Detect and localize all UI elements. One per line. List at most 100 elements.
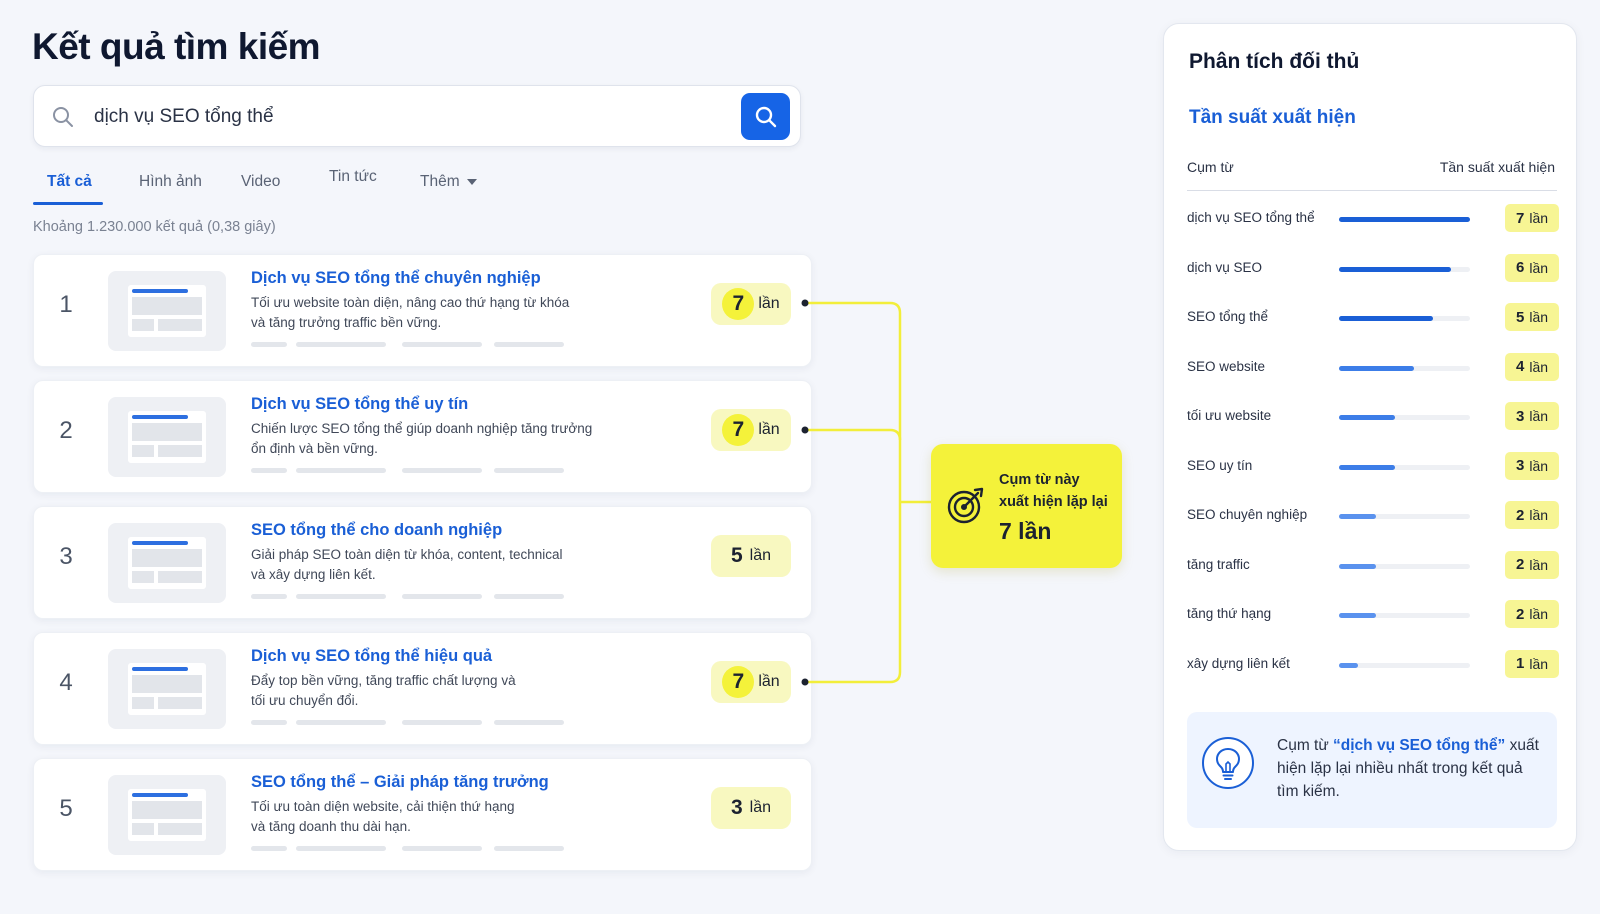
skeleton-line [296, 720, 386, 725]
result-card[interactable]: 2 Dịch vụ SEO tổng thể uy tín Chiến lược… [33, 380, 812, 493]
search-bar[interactable]: dịch vụ SEO tổng thể [33, 85, 801, 147]
frequency-count-badge: 2 lần [1505, 501, 1559, 529]
frequency-count-badge: 3 lần [1505, 402, 1559, 430]
frequency-bar-fill [1339, 217, 1470, 222]
skeleton-line [296, 594, 386, 599]
occurrence-badge: 7 lần [711, 283, 791, 325]
result-rank: 1 [59, 291, 73, 318]
tab-active-indicator [33, 202, 103, 205]
tab-more[interactable]: Thêm [420, 173, 477, 191]
phrase-label: tăng traffic [1187, 556, 1250, 572]
result-thumbnail [108, 523, 226, 603]
occurrence-badge: 7 lần [711, 661, 791, 703]
skeleton-line [402, 720, 482, 725]
tab-all[interactable]: Tất cả [47, 173, 92, 191]
search-icon [755, 106, 776, 127]
phrase-label: tăng thứ hạng [1187, 606, 1272, 621]
frequency-row: SEO website 4 lần [1187, 352, 1559, 383]
frequency-count-badge: 5 lần [1505, 303, 1559, 331]
phrase-label: SEO uy tín [1187, 457, 1253, 473]
frequency-bar-fill [1339, 316, 1433, 321]
repeat-callout: Cụm từ này xuất hiện lặp lại 7 lần [931, 444, 1122, 568]
phrase-label: dịch vụ SEO tổng thể [1187, 210, 1315, 225]
frequency-bar-fill [1339, 464, 1395, 470]
result-rank: 2 [59, 417, 73, 444]
result-rank: 3 [59, 543, 73, 570]
result-description: Đẩy top bền vững, tăng traffic chất lượn… [251, 673, 516, 708]
skeleton-line [296, 468, 386, 473]
skeleton-line [251, 594, 287, 599]
frequency-bar-track [1339, 365, 1470, 371]
search-tabs: Tất cả Hình ảnh Video Tin tức Thêm [33, 168, 493, 206]
frequency-row: tăng thứ hạng 2 lần [1187, 600, 1559, 630]
result-card[interactable]: 1 Dịch vụ SEO tổng thể chuyên nghiệp Tối… [33, 254, 812, 367]
skeleton-line [494, 846, 564, 851]
tab-news[interactable]: Tin tức [329, 168, 377, 186]
column-header-phrase: Cụm từ [1187, 159, 1234, 175]
skeleton-line [251, 846, 287, 851]
result-title-link[interactable]: SEO tổng thể – Giải pháp tăng trưởng [251, 773, 549, 792]
insight-box: Cụm từ “dịch vụ SEO tổng thể” xuất hiện … [1187, 712, 1557, 828]
frequency-row: tối ưu website 3 lần [1187, 402, 1559, 432]
frequency-bar-track [1339, 613, 1470, 618]
search-input[interactable]: dịch vụ SEO tổng thể [94, 106, 274, 128]
frequency-bar-fill [1339, 563, 1376, 569]
result-rank: 4 [59, 669, 73, 696]
result-thumbnail [108, 397, 226, 477]
frequency-bar-fill [1339, 662, 1358, 668]
target-icon [947, 487, 984, 524]
result-card[interactable]: 5 SEO tổng thể – Giải pháp tăng trưởng T… [33, 758, 812, 871]
skeleton-line [402, 594, 482, 599]
result-card[interactable]: 3 SEO tổng thể cho doanh nghiệp Giải phá… [33, 506, 812, 619]
callout-line1: Cụm từ này [999, 472, 1080, 488]
skeleton-line [251, 720, 287, 725]
frequency-bar-track [1339, 514, 1470, 519]
callout-count: 7 lần [999, 518, 1052, 544]
lightbulb-icon [1202, 737, 1254, 789]
result-title-link[interactable]: Dịch vụ SEO tổng thể hiệu quả [251, 647, 492, 666]
frequency-count-badge: 6 lần [1505, 253, 1559, 282]
skeleton-line [402, 468, 482, 473]
result-description: Tối ưu toàn diện website, cải thiện thứ … [251, 799, 515, 834]
frequency-bar-fill [1339, 613, 1376, 618]
search-button[interactable] [741, 93, 790, 140]
frequency-count-badge: 3 lần [1505, 451, 1559, 480]
callout-line2: xuất hiện lặp lại [999, 494, 1108, 510]
frequency-bar-track [1339, 316, 1470, 321]
occurrence-badge: 5 lần [711, 535, 791, 577]
frequency-bar-fill [1339, 415, 1395, 420]
skeleton-line [494, 468, 564, 473]
skeleton-line [494, 720, 564, 725]
occurrence-badge: 3 lần [711, 787, 791, 829]
result-description: Chiến lược SEO tổng thể giúp doanh nghiệ… [251, 421, 593, 456]
result-card[interactable]: 4 Dịch vụ SEO tổng thể hiệu quả Đẩy top … [33, 632, 812, 745]
result-title-link[interactable]: Dịch vụ SEO tổng thể uy tín [251, 395, 468, 414]
phrase-label: xây dựng liên kết [1187, 655, 1290, 671]
frequency-bar-track [1339, 217, 1470, 222]
insight-text: Cụm từ “dịch vụ SEO tổng thể” xuất hiện … [1277, 737, 1539, 800]
frequency-count-badge: 2 lần [1505, 550, 1559, 579]
tab-video[interactable]: Video [241, 173, 280, 191]
result-title-link[interactable]: SEO tổng thể cho doanh nghiệp [251, 521, 502, 540]
panel-subtitle: Tần suất xuất hiện [1189, 107, 1356, 128]
frequency-count-badge: 4 lần [1505, 352, 1559, 381]
frequency-row: tăng traffic 2 lần [1187, 550, 1559, 581]
occurrence-badge: 7 lần [711, 409, 791, 451]
result-description: Tối ưu website toàn diện, nâng cao thứ h… [251, 295, 570, 330]
divider [1187, 190, 1557, 191]
skeleton-line [296, 846, 386, 851]
phrase-label: SEO tổng thể [1187, 309, 1269, 324]
result-rank: 5 [59, 795, 73, 822]
tab-images[interactable]: Hình ảnh [139, 173, 202, 191]
result-title-link[interactable]: Dịch vụ SEO tổng thể chuyên nghiệp [251, 269, 541, 288]
phrase-label: tối ưu website [1187, 408, 1272, 423]
result-stats: Khoảng 1.230.000 kết quả (0,38 giây) [33, 219, 276, 235]
frequency-count-badge: 7 lần [1505, 204, 1559, 232]
phrase-label: dịch vụ SEO [1187, 259, 1263, 275]
frequency-bar-track [1339, 415, 1470, 420]
result-thumbnail [108, 649, 226, 729]
result-description: Giải pháp SEO toàn diện từ khóa, content… [251, 547, 563, 582]
frequency-count-badge: 1 lần [1505, 649, 1559, 678]
skeleton-line [296, 342, 386, 347]
frequency-row: dịch vụ SEO tổng thể 7 lần [1187, 204, 1559, 234]
